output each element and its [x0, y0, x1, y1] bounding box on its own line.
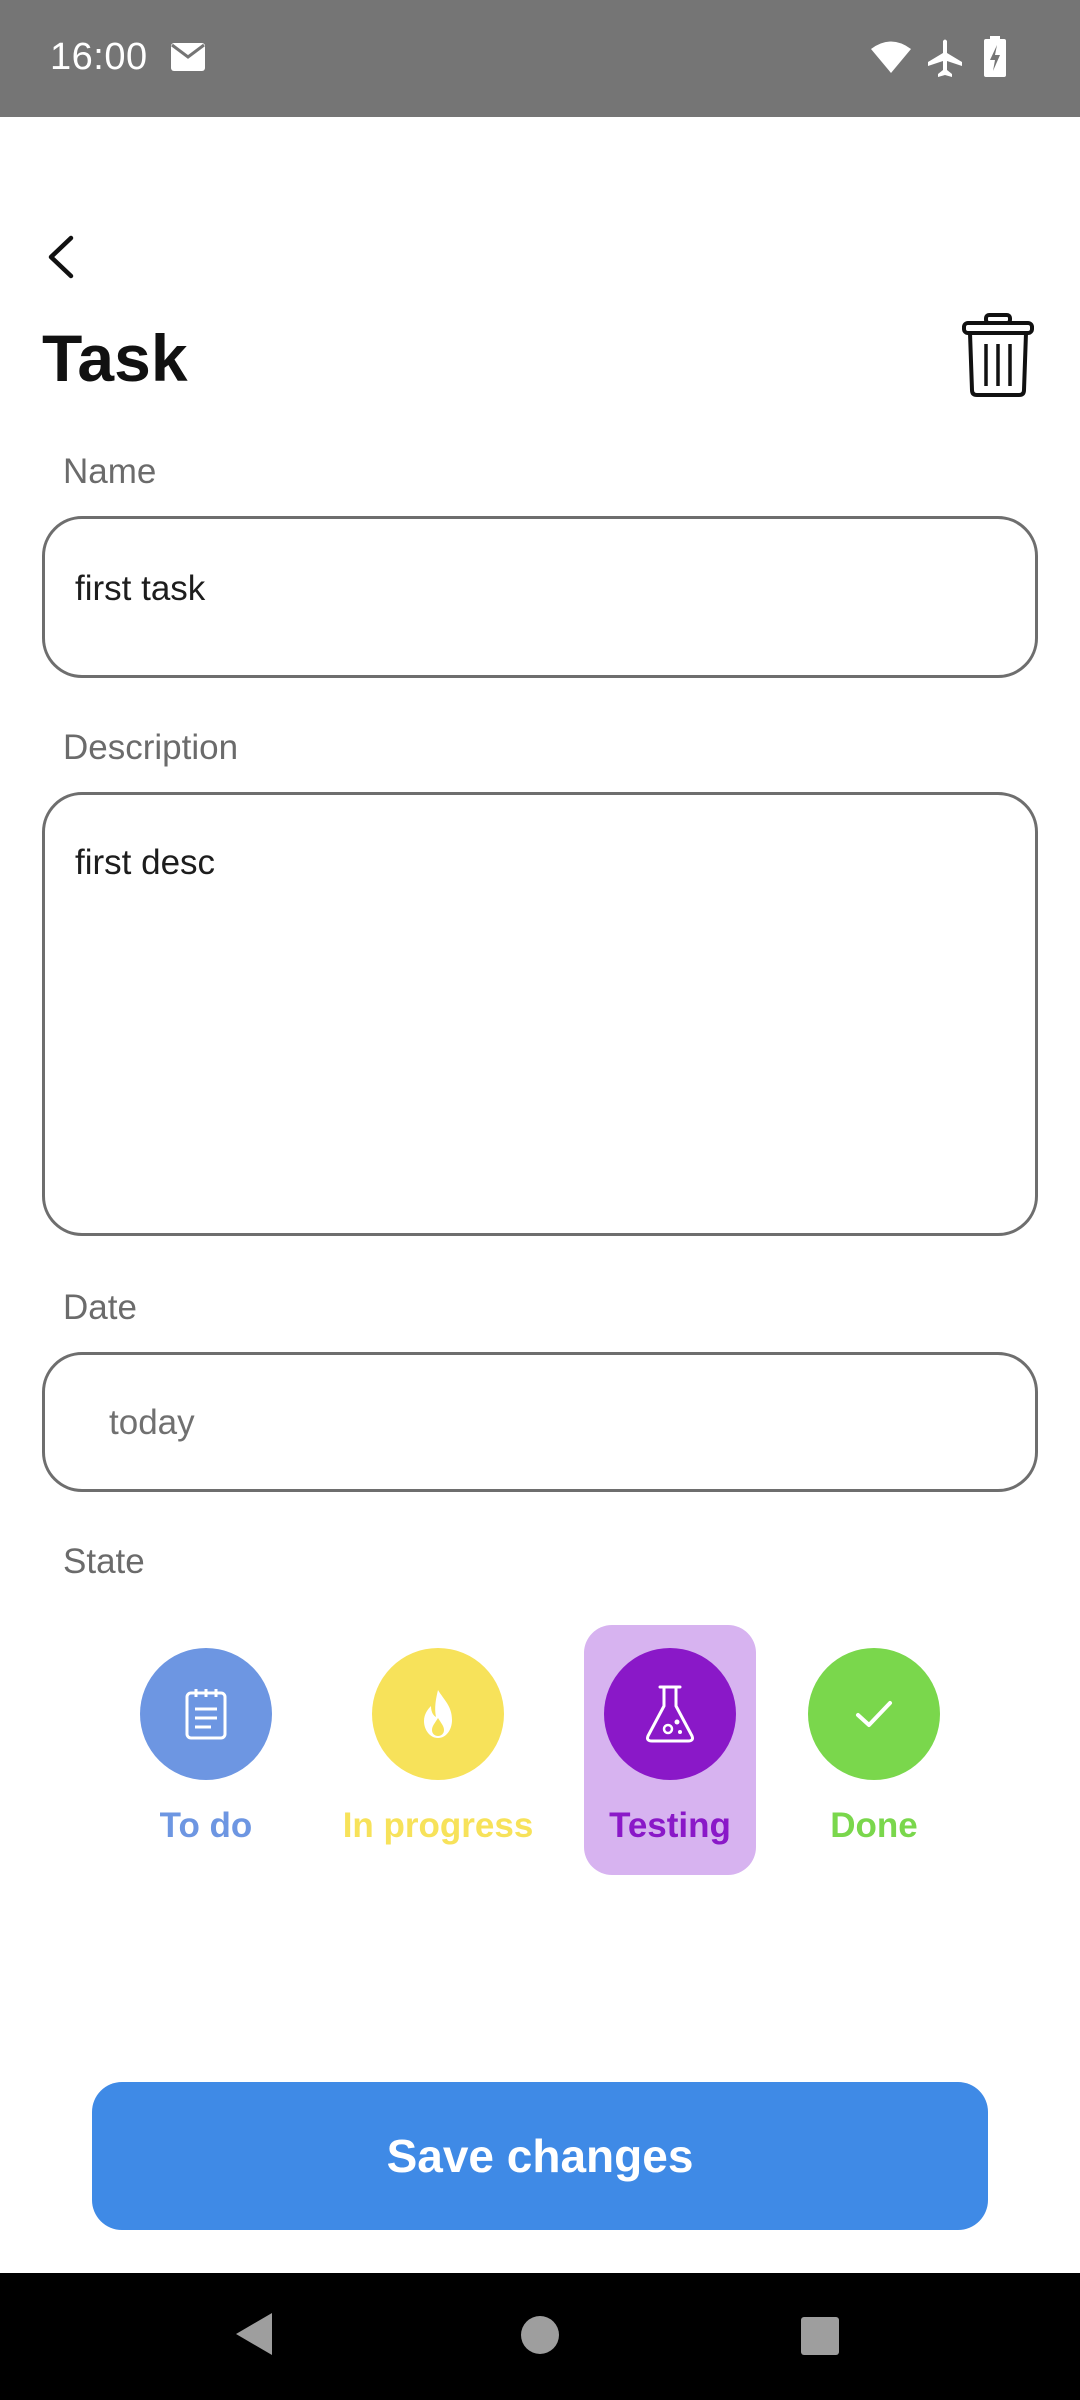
date-field[interactable]: today [42, 1352, 1038, 1492]
nav-recents-icon[interactable] [800, 2316, 840, 2361]
back-button[interactable] [30, 222, 90, 292]
state-in-progress-label: In progress [342, 1806, 534, 1845]
name-label: Name [63, 452, 157, 491]
description-label: Description [63, 728, 239, 767]
state-label: State [63, 1542, 145, 1581]
name-value: first task [75, 569, 206, 608]
state-todo-label: To do [159, 1806, 253, 1845]
date-label: Date [63, 1288, 137, 1327]
flame-icon [424, 1690, 452, 1738]
name-input[interactable]: first task [42, 516, 1038, 678]
state-done-label: Done [830, 1806, 918, 1845]
description-value: first desc [75, 843, 216, 882]
wifi-icon [870, 40, 912, 79]
notepad-icon [185, 1689, 227, 1740]
status-bar: 16:00 [0, 0, 1080, 117]
state-testing-label: Testing [609, 1806, 731, 1845]
state-option-in-progress[interactable]: In progress [343, 1625, 533, 1875]
chevron-left-icon [48, 235, 74, 279]
nav-back-icon[interactable] [234, 2311, 274, 2362]
status-time: 16:00 [50, 36, 148, 78]
mail-icon [170, 42, 206, 77]
battery-charging-icon [983, 36, 1007, 83]
airplane-icon [925, 38, 965, 83]
state-option-done[interactable]: Done [788, 1625, 960, 1875]
task-edit-screen: 16:00 Task Name first task Description f… [0, 0, 1080, 2400]
page-title: Task [42, 321, 188, 395]
description-input[interactable]: first desc [42, 792, 1038, 1236]
trash-icon [962, 313, 1034, 397]
state-option-testing[interactable]: Testing [584, 1625, 756, 1875]
state-testing-circle [604, 1648, 736, 1780]
save-changes-button[interactable]: Save changes [92, 2082, 988, 2230]
state-in-progress-circle [372, 1648, 504, 1780]
system-nav-bar [0, 2273, 1080, 2400]
checkmark-icon [856, 1701, 892, 1727]
flask-icon [646, 1685, 694, 1743]
state-done-circle [808, 1648, 940, 1780]
state-todo-circle [140, 1648, 272, 1780]
date-value: today [109, 1403, 195, 1442]
state-option-todo[interactable]: To do [120, 1625, 292, 1875]
delete-button[interactable] [960, 312, 1036, 398]
state-selector: To do In progress Testing Done [120, 1625, 960, 1875]
nav-home-icon[interactable] [520, 2315, 560, 2360]
